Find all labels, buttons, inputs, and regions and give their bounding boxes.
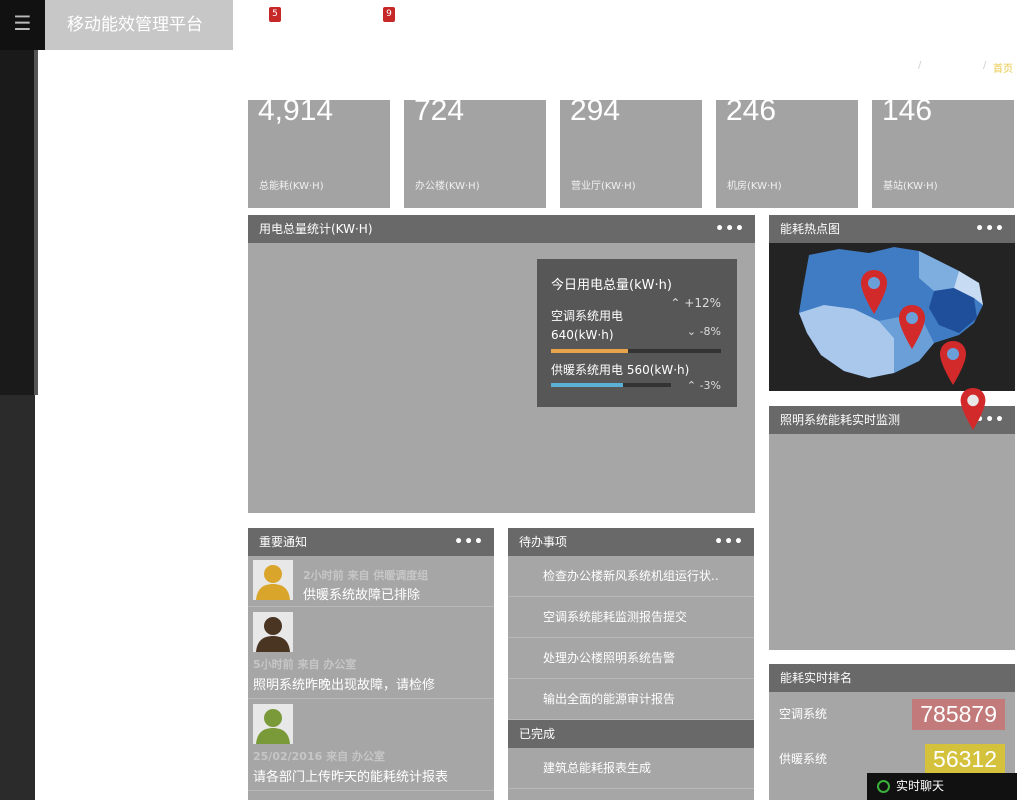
panel-header: 重要通知 ••• xyxy=(248,528,494,556)
map-pin-icon[interactable] xyxy=(940,341,966,385)
panel-title: 用电总量统计(KW·H) xyxy=(259,222,373,236)
rank-value: 785879 xyxy=(912,699,1005,730)
notification-badge[interactable]: 5 xyxy=(269,7,281,22)
stat-label: 办公楼(KW·H) xyxy=(415,181,480,192)
todo-item[interactable]: 输出全面的能源审计报告 xyxy=(508,679,754,720)
avatar xyxy=(253,560,293,600)
message-badge[interactable]: 9 xyxy=(383,7,395,22)
stat-base-station[interactable]: 146 基站(KW·H) xyxy=(872,94,1014,208)
status-circle-icon xyxy=(877,780,890,793)
chevron-up-icon: ⌃ xyxy=(686,379,700,392)
ac-usage: 空调系统用电 640(kW·h) xyxy=(551,307,623,345)
breadcrumb-separator: / xyxy=(918,60,922,71)
more-icon[interactable]: ••• xyxy=(714,528,744,556)
stat-value: 4,914 xyxy=(258,94,334,127)
panel-title: 照明系统能耗实时监测 xyxy=(780,413,901,427)
change-up: ⌃ +12% xyxy=(670,296,721,310)
tooltip-title: 今日用电总量(kW·h) xyxy=(551,278,672,293)
stat-total[interactable]: 4,914 总能耗(KW·H) xyxy=(248,94,390,208)
breadcrumb-home[interactable]: 首页 xyxy=(993,60,1013,75)
notice-meta: 2小时前 来自 供暖调度组 xyxy=(303,569,429,582)
heat-change: -3% xyxy=(699,379,721,392)
ac-progress-bar xyxy=(551,349,721,353)
stat-hall[interactable]: 294 营业厅(KW·H) xyxy=(560,94,702,208)
ac-value: 640(kW·h) xyxy=(551,328,614,342)
usage-panel: 用电总量统计(KW·H) ••• 今日用电总量(kW·h) ⌃ +12% 空调系… xyxy=(248,215,755,513)
change-down: ⌄ -8% xyxy=(687,325,721,338)
rank-row[interactable]: 空调系统 785879 xyxy=(769,692,1015,737)
stat-value: 294 xyxy=(570,94,621,127)
rail-edge xyxy=(34,50,38,395)
hamburger-icon[interactable]: ☰ xyxy=(0,0,45,50)
chevron-up-icon: ⌃ xyxy=(670,296,685,310)
panel-title: 重要通知 xyxy=(259,535,308,549)
notice-item[interactable]: 25/02/2016 来自 办公室 请各部门上传昨天的能耗统计报表 xyxy=(248,699,494,791)
rank-label: 供暖系统 xyxy=(779,752,828,766)
stat-label: 总能耗(KW·H) xyxy=(259,181,324,192)
chevron-down-icon: ⌄ xyxy=(686,325,700,338)
notice-item[interactable]: 2小时前 来自 供暖调度组 供暖系统故障已排除 xyxy=(248,556,494,607)
todo-item[interactable]: 处理办公楼照明系统告警 xyxy=(508,638,754,679)
notice-text: 供暖系统故障已排除 xyxy=(303,588,421,603)
stat-label: 机房(KW·H) xyxy=(727,181,782,192)
panel-title: 能耗实时排名 xyxy=(780,671,853,685)
heatmap-panel: 能耗热点图 ••• xyxy=(769,215,1015,391)
notice-text: 照明系统昨晚出现故障，请检修 xyxy=(253,678,436,693)
stat-machine-room[interactable]: 246 机房(KW·H) xyxy=(716,94,858,208)
live-chat-button[interactable]: 实时聊天 xyxy=(867,773,1017,800)
panel-header: 能耗实时排名 xyxy=(769,664,1015,692)
done-header: 已完成 xyxy=(508,720,754,748)
done-item[interactable]: 建筑总能耗报表生成 xyxy=(508,748,754,789)
ac-progress-fill xyxy=(551,349,628,353)
notices-panel: 重要通知 ••• 2小时前 来自 供暖调度组 供暖系统故障已排除 5小时前 来自… xyxy=(248,528,494,800)
todo-item[interactable]: 检查办公楼新风系统机组运行状.. xyxy=(508,556,754,597)
notice-meta: 5小时前 来自 办公室 xyxy=(253,658,357,671)
map-pin-icon[interactable] xyxy=(899,305,925,349)
heat-label: 供暖系统用电 560(kW·h) xyxy=(551,363,690,377)
panel-title: 待办事项 xyxy=(519,535,568,549)
heat-progress-fill xyxy=(551,383,623,387)
stat-label: 基站(KW·H) xyxy=(883,181,938,192)
stat-value: 146 xyxy=(882,94,933,127)
ac-label: 空调系统用电 xyxy=(551,309,624,323)
avatar xyxy=(253,612,293,652)
panel-header: 待办事项 ••• xyxy=(508,528,754,556)
more-icon[interactable]: ••• xyxy=(975,215,1005,243)
stat-value: 246 xyxy=(726,94,777,127)
todo-item[interactable]: 空调系统能耗监测报告提交 xyxy=(508,597,754,638)
notice-meta: 25/02/2016 来自 办公室 xyxy=(253,750,385,763)
panel-header: 能耗热点图 ••• xyxy=(769,215,1015,243)
panel-title: 能耗热点图 xyxy=(780,222,841,236)
map-pin-icon[interactable] xyxy=(960,388,986,430)
chat-label: 实时聊天 xyxy=(896,779,945,793)
more-icon[interactable]: ••• xyxy=(715,215,745,243)
heat-progress-bar xyxy=(551,383,671,387)
avatar xyxy=(253,704,293,744)
change-up-value: +12% xyxy=(684,296,721,310)
stat-office[interactable]: 724 办公楼(KW·H) xyxy=(404,94,546,208)
more-icon[interactable]: ••• xyxy=(454,528,484,556)
usage-tooltip: 今日用电总量(kW·h) ⌃ +12% 空调系统用电 640(kW·h) ⌄ -… xyxy=(537,259,737,407)
map-pin-icon[interactable] xyxy=(861,270,887,314)
brand-title: 移动能效管理平台 xyxy=(45,0,233,50)
breadcrumb-separator: / xyxy=(983,60,987,71)
panel-header: 用电总量统计(KW·H) ••• xyxy=(248,215,755,243)
notice-item[interactable]: 5小时前 来自 办公室 照明系统昨晚出现故障，请检修 xyxy=(248,607,494,699)
notice-text: 请各部门上传昨天的能耗统计报表 xyxy=(253,770,449,785)
rank-label: 空调系统 xyxy=(779,707,828,721)
change-up: ⌃ -3% xyxy=(687,379,721,392)
lighting-panel: 照明系统能耗实时监测 ••• xyxy=(769,406,1015,650)
left-rail-top xyxy=(0,0,38,395)
heat-map[interactable] xyxy=(769,243,1015,391)
rank-value: 56312 xyxy=(925,744,1005,775)
stat-label: 营业厅(KW·H) xyxy=(571,181,636,192)
stat-value: 724 xyxy=(414,94,465,127)
ac-change: -8% xyxy=(699,325,721,338)
todo-panel: 待办事项 ••• 检查办公楼新风系统机组运行状.. 空调系统能耗监测报告提交 处… xyxy=(508,528,754,800)
